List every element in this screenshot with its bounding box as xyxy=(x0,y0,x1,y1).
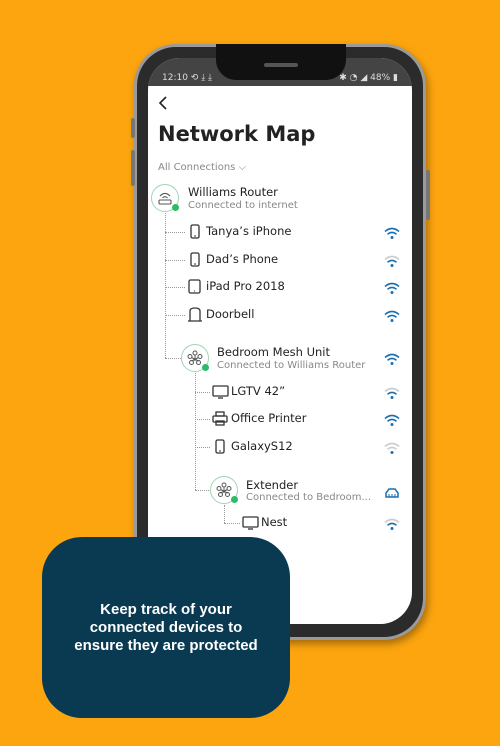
tablet-icon xyxy=(187,279,204,298)
tree-connector xyxy=(165,213,166,358)
tree-connector xyxy=(165,287,185,288)
notch xyxy=(216,44,346,80)
wifi-signal-icon xyxy=(384,225,400,244)
extender-node[interactable] xyxy=(210,476,238,504)
promo-text: Keep track of your connected devices to … xyxy=(74,600,258,654)
device-name: iPad Pro 2018 xyxy=(206,279,285,293)
router-icon xyxy=(158,192,172,205)
phone-button xyxy=(131,150,135,186)
phone-button xyxy=(131,118,135,138)
page-title: Network Map xyxy=(158,122,316,146)
doorbell-icon xyxy=(187,307,204,326)
device-name: GalaxyS12 xyxy=(231,439,293,453)
phone-button xyxy=(426,170,430,220)
tree-connector xyxy=(165,260,185,261)
status-time: 12:10 ⟲ ⤓ ⤓ xyxy=(162,73,213,83)
mesh-icon xyxy=(216,482,232,497)
ethernet-icon xyxy=(384,484,400,503)
status-indicators: ✱ ◔ ◢ 48% ▮ xyxy=(339,73,398,83)
tree-connector xyxy=(224,505,225,523)
phone-icon xyxy=(187,224,204,243)
wifi-signal-icon xyxy=(384,385,400,404)
tree-connector xyxy=(165,315,185,316)
wifi-signal-icon xyxy=(384,351,400,370)
tv-icon xyxy=(212,384,229,403)
extender-name: Extender xyxy=(246,478,299,492)
mesh-name: Bedroom Mesh Unit xyxy=(217,345,331,359)
device-name: Office Printer xyxy=(231,411,307,425)
wifi-signal-icon xyxy=(384,308,400,327)
router-name: Williams Router xyxy=(188,185,278,199)
mesh-node[interactable] xyxy=(181,344,209,372)
phone-icon xyxy=(187,252,204,271)
device-name: Dad’s Phone xyxy=(206,252,279,266)
device-name: Tanya’s iPhone xyxy=(206,224,292,238)
tree-connector xyxy=(195,373,196,490)
device-name: Nest xyxy=(261,515,288,529)
connections-filter-dropdown[interactable]: All Connections ⌵ xyxy=(158,162,246,173)
chevron-left-icon xyxy=(158,96,167,110)
printer-icon xyxy=(212,411,229,430)
router-node[interactable] xyxy=(151,184,179,212)
router-status: Connected to internet xyxy=(188,200,298,211)
wifi-signal-icon xyxy=(384,440,400,459)
device-name: Doorbell xyxy=(206,307,255,321)
mesh-status: Connected to Williams Router xyxy=(217,360,366,371)
promo-card: Keep track of your connected devices to … xyxy=(42,537,290,718)
wifi-signal-icon xyxy=(384,516,400,535)
tv-icon xyxy=(242,515,259,534)
tree-connector xyxy=(195,490,211,491)
wifi-signal-icon xyxy=(384,280,400,299)
tree-connector xyxy=(165,358,181,359)
speaker xyxy=(264,63,298,67)
tree-connector xyxy=(165,232,185,233)
phone-icon xyxy=(212,439,229,458)
device-name: LGTV 42” xyxy=(231,384,286,398)
mesh-icon xyxy=(187,350,203,365)
back-button[interactable] xyxy=(158,94,168,115)
wifi-signal-icon xyxy=(384,253,400,272)
extender-status: Connected to Bedroom... xyxy=(246,492,372,503)
wifi-signal-icon xyxy=(384,412,400,431)
